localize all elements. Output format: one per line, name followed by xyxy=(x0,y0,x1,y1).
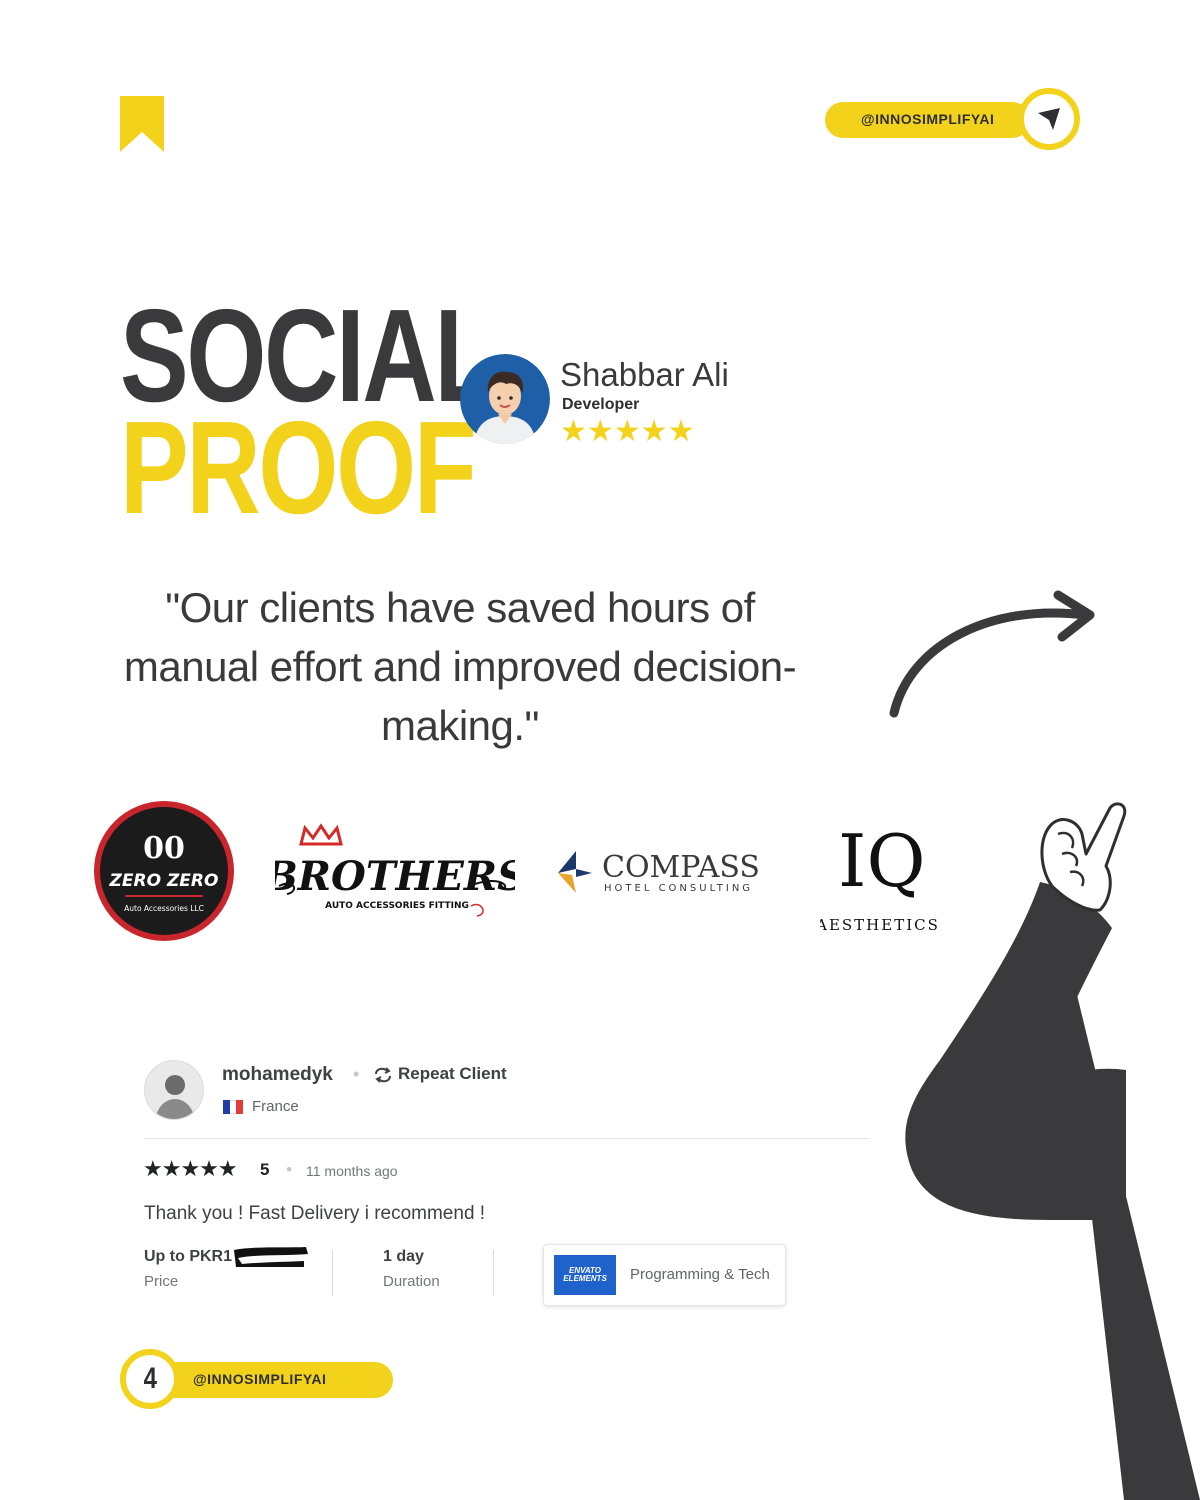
price-value: Up to PKR1 xyxy=(144,1248,232,1265)
separator-dot: • xyxy=(353,1064,360,1084)
logo-brothers-sub: AUTO ACCESSORIES FITTING xyxy=(325,901,469,911)
logo-zero-zero-name: ZERO ZERO xyxy=(109,871,219,891)
repeat-client-badge: Repeat Client xyxy=(398,1064,507,1083)
handle-text: @INNOSIMPLIFYAI xyxy=(861,111,995,127)
service-category-chip[interactable]: ENVATO ELEMENTS Programming & Tech xyxy=(543,1244,786,1306)
curved-arrow-icon xyxy=(889,590,1095,718)
service-thumbnail-text: ENVATO ELEMENTS xyxy=(563,1266,607,1283)
bookmark-icon xyxy=(120,96,164,152)
testimonial-quote: "Our clients have saved hours of manual … xyxy=(123,584,797,749)
client-username[interactable]: mohamedyk xyxy=(222,1064,333,1086)
client-avatar xyxy=(144,1060,204,1120)
redaction-scribble xyxy=(234,1247,308,1267)
duration-value: 1 day xyxy=(383,1248,424,1265)
reviewer-role: Developer xyxy=(562,396,640,413)
repeat-icon xyxy=(375,1067,391,1083)
logo-zero-zero-sub: Auto Accessories LLC xyxy=(124,904,204,913)
review-stars: ★★★★★ xyxy=(143,1156,238,1181)
review-time: 11 months ago xyxy=(306,1163,398,1179)
meta-divider xyxy=(493,1250,494,1296)
logo-brothers-name: BROTHERS xyxy=(275,853,515,900)
send-icon xyxy=(1038,108,1060,130)
pointing-hand-illustration xyxy=(905,802,1200,1500)
reviewer-name: Shabbar Ali xyxy=(560,356,729,393)
handle-badge-top: @INNOSIMPLIFYAI xyxy=(825,102,1030,138)
duration-label: Duration xyxy=(383,1273,440,1290)
title-proof: PROOF xyxy=(120,394,477,541)
page-number: 4 xyxy=(143,1362,157,1395)
meta-divider xyxy=(332,1250,333,1296)
logo-compass-sub: HOTEL CONSULTING xyxy=(604,883,753,894)
logo-compass-name: COMPASS xyxy=(602,850,760,885)
reviewer-rating-stars: ★★★★★ xyxy=(560,415,695,448)
reviewer-avatar xyxy=(460,354,550,444)
logo-brothers: BROTHERS AUTO ACCESSORIES FITTING xyxy=(263,822,526,922)
handle-badge-bottom: @INNOSIMPLIFYAI xyxy=(155,1362,393,1398)
send-button[interactable] xyxy=(1018,88,1080,150)
logo-zero-zero: 00 ZERO ZERO Auto Accessories LLC xyxy=(93,800,235,942)
service-thumbnail: ENVATO ELEMENTS xyxy=(554,1255,616,1295)
price-label: Price xyxy=(144,1273,179,1290)
logo-compass: COMPASS HOTEL CONSULTING xyxy=(552,845,772,900)
client-country: France xyxy=(252,1098,299,1115)
card-divider xyxy=(144,1138,870,1139)
handle-text: @INNOSIMPLIFYAI xyxy=(193,1371,327,1387)
france-flag-icon xyxy=(223,1100,244,1114)
page-number-badge: 4 xyxy=(120,1349,180,1409)
service-category-label: Programming & Tech xyxy=(630,1266,770,1283)
review-rating-value: 5 xyxy=(260,1160,270,1179)
separator-dot: • xyxy=(286,1160,292,1179)
review-comment: Thank you ! Fast Delivery i recommend ! xyxy=(144,1203,486,1224)
logo-zero-zero-number: 00 xyxy=(143,831,185,866)
